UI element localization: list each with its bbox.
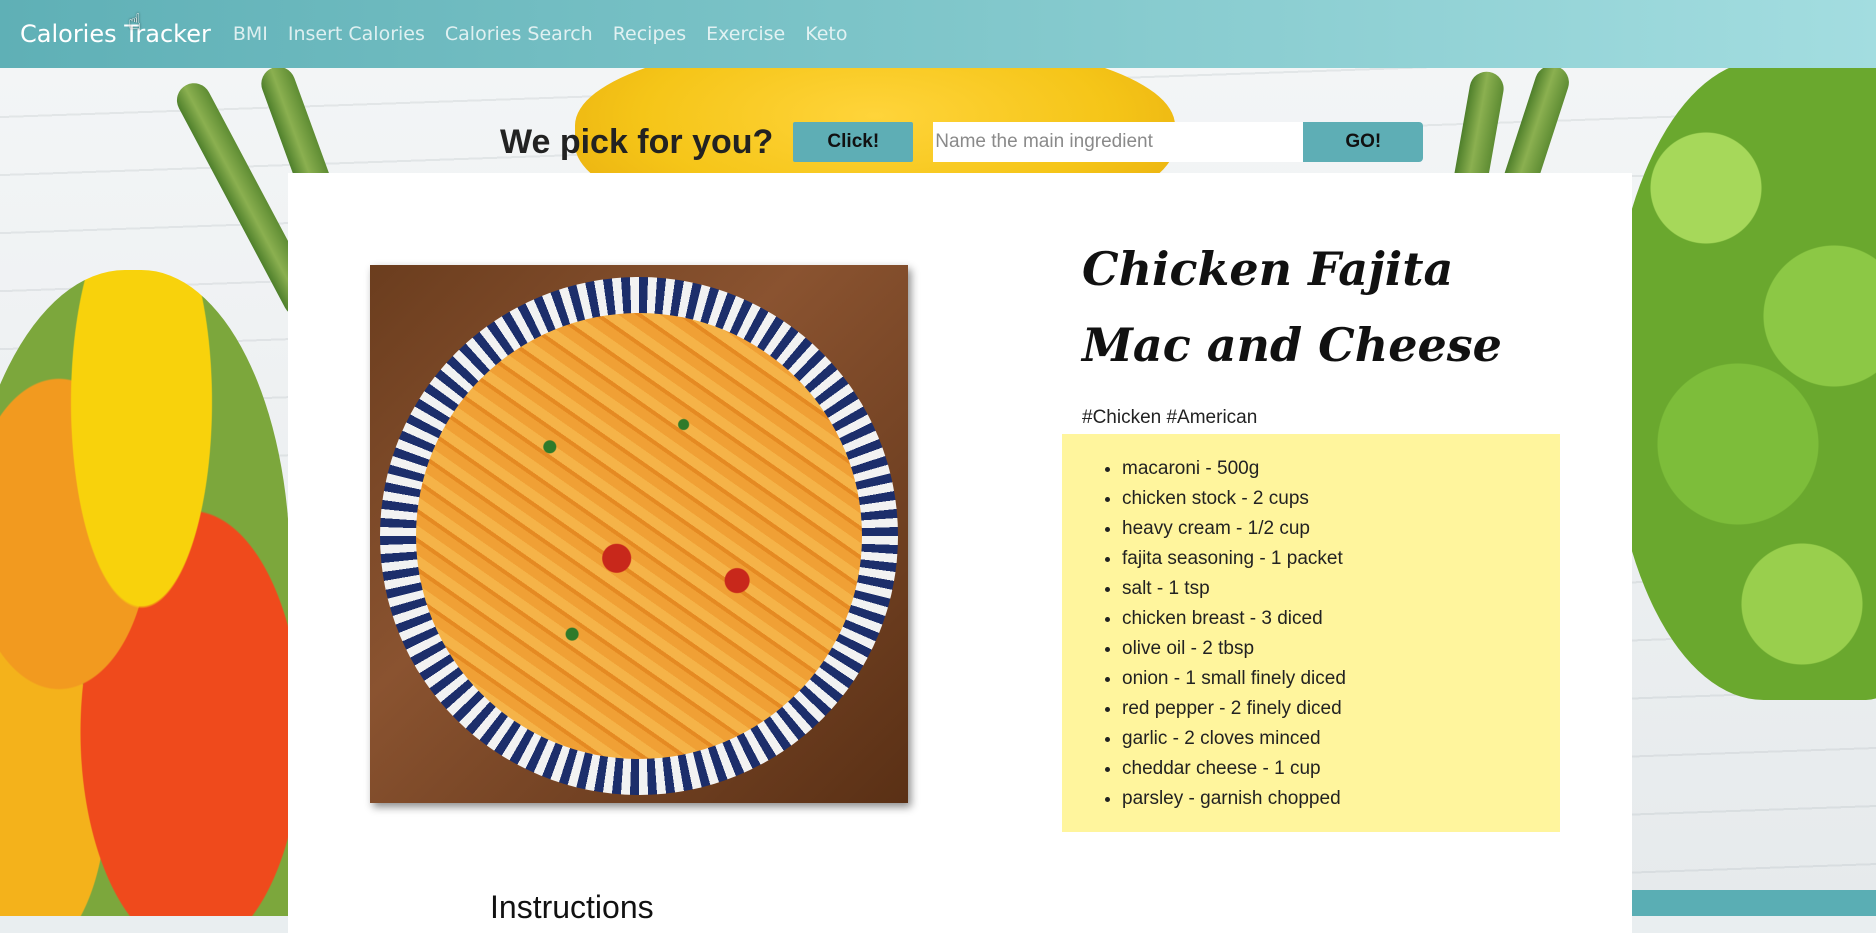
instructions-heading: Instructions [490,889,654,925]
navbar: Calories Tracker BMI Insert Calories Cal… [0,0,1876,68]
pasta-image [416,313,862,759]
ingredient-item: chicken breast - 3 diced [1122,604,1560,634]
background-banner [1632,890,1876,916]
brand-link[interactable]: Calories Tracker [20,20,211,48]
ingredient-item: red pepper - 2 finely diced [1122,694,1560,724]
ingredient-item: fajita seasoning - 1 packet [1122,544,1560,574]
ingredient-item: macaroni - 500g [1122,454,1560,484]
picker-title: We pick for you? [500,122,774,161]
ingredient-item: parsley - garnish chopped [1122,784,1560,814]
ingredient-item: heavy cream - 1/2 cup [1122,514,1560,544]
hand-cursor-icon: ☝ [128,10,142,35]
ingredients-list: macaroni - 500g chicken stock - 2 cups h… [1062,454,1560,814]
go-button[interactable]: GO! [1303,122,1424,162]
ingredient-item: cheddar cheese - 1 cup [1122,754,1560,784]
ingredient-item: salt - 1 tsp [1122,574,1560,604]
recipe-title: Chicken Fajita Mac and Cheese [1082,242,1502,372]
nav-link-exercise[interactable]: Exercise [706,23,785,45]
nav-link-recipes[interactable]: Recipes [613,23,686,45]
nav-link-calories-search[interactable]: Calories Search [445,23,593,45]
ingredient-item: onion - 1 small finely diced [1122,664,1560,694]
nav-link-bmi[interactable]: BMI [233,23,268,45]
recipe-photo [370,265,908,803]
ingredient-search-input[interactable] [933,122,1304,162]
background-lettuce [1610,60,1876,700]
nav-link-keto[interactable]: Keto [805,23,847,45]
recipe-card: Chicken Fajita Mac and Cheese #Chicken #… [288,173,1632,933]
recipe-tags: #Chicken #American [1082,407,1258,428]
ingredients-box: macaroni - 500g chicken stock - 2 cups h… [1062,434,1560,832]
ingredient-item: chicken stock - 2 cups [1122,484,1560,514]
recipe-picker: We pick for you? Click! GO! [500,118,1424,166]
random-pick-button[interactable]: Click! [793,122,914,162]
nav-link-insert-calories[interactable]: Insert Calories [288,23,425,45]
background-salad [0,270,290,916]
ingredient-item: garlic - 2 cloves minced [1122,724,1560,754]
ingredient-item: olive oil - 2 tbsp [1122,634,1560,664]
plate-image [380,277,898,795]
